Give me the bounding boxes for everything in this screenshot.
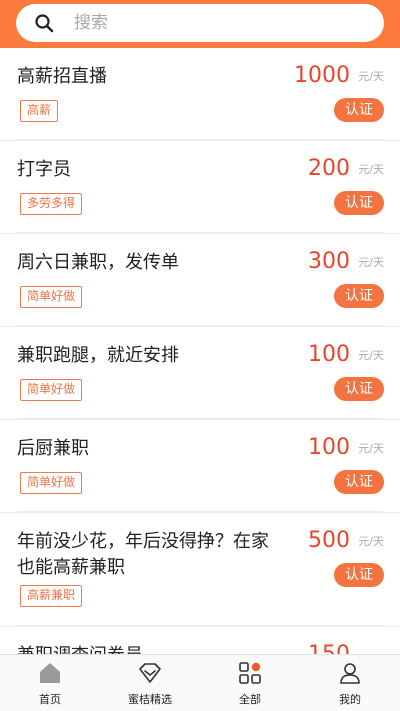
job-price-unit: 元/天 (358, 349, 384, 362)
user-icon (340, 663, 360, 684)
nav-mine[interactable]: 我的 (300, 655, 400, 711)
job-price-unit: 元/天 (358, 70, 384, 83)
job-item[interactable]: 高薪招直播 高薪 1000 元/天 认证 (0, 48, 400, 141)
certified-badge: 认证 (334, 470, 384, 494)
certified-badge: 认证 (334, 563, 384, 587)
certified-badge: 认证 (334, 284, 384, 308)
job-price: 200 (308, 156, 350, 181)
nav-label: 蜜桔精选 (128, 693, 172, 706)
divider (17, 232, 383, 233)
job-tag: 简单好做 (20, 472, 83, 494)
divider (17, 511, 383, 512)
job-price-unit: 元/天 (358, 256, 384, 269)
job-title: 后厨兼职 (17, 438, 89, 459)
job-tag: 多劳多得 (20, 193, 83, 215)
job-price-unit: 元/天 (358, 163, 384, 176)
nav-selection[interactable]: 蜜桔精选 (100, 655, 200, 711)
certified-badge: 认证 (334, 377, 384, 401)
job-list: 高薪招直播 高薪 1000 元/天 认证 打字员 多劳多得 200 元/天 认证… (0, 48, 400, 654)
job-price: 100 (308, 435, 350, 460)
job-price: 150 (308, 641, 350, 654)
screen: 高薪招直播 高薪 1000 元/天 认证 打字员 多劳多得 200 元/天 认证… (0, 0, 400, 711)
divider (17, 418, 383, 419)
job-price: 1000 (294, 63, 350, 88)
nav-label: 全部 (239, 693, 261, 706)
job-price: 100 (308, 342, 350, 367)
nav-home[interactable]: 首页 (0, 655, 100, 711)
job-item[interactable]: 兼职调查问卷员 150 (0, 627, 400, 654)
divider (17, 625, 383, 626)
job-title: 兼职跑腿，就近安排 (17, 345, 179, 366)
job-tag: 简单好做 (20, 379, 83, 401)
job-price-unit: 元/天 (358, 535, 384, 548)
diamond-icon (139, 663, 161, 683)
nav-label: 首页 (39, 693, 61, 706)
job-title: 周六日兼职，发传单 (17, 252, 179, 273)
job-tag: 高薪兼职 (20, 585, 83, 607)
job-title: 高薪招直播 (17, 66, 107, 87)
job-price: 300 (308, 249, 350, 274)
certified-badge: 认证 (334, 98, 384, 122)
divider (17, 325, 383, 326)
job-title: 兼职调查问卷员 (17, 643, 277, 654)
search-input[interactable] (74, 4, 374, 42)
job-item[interactable]: 年前没少花，年后没得挣？在家也能高薪兼职 高薪兼职 500 元/天 认证 (0, 513, 400, 627)
home-icon (40, 663, 60, 683)
job-item[interactable]: 打字员 多劳多得 200 元/天 认证 (0, 141, 400, 234)
certified-badge: 认证 (334, 191, 384, 215)
job-title: 年前没少花，年后没得挣？在家也能高薪兼职 (17, 531, 269, 578)
grid-icon (239, 662, 261, 684)
job-item[interactable]: 周六日兼职，发传单 简单好做 300 元/天 认证 (0, 234, 400, 327)
job-tag: 高薪 (20, 100, 59, 122)
search-bar[interactable] (16, 4, 384, 42)
job-item[interactable]: 后厨兼职 简单好做 100 元/天 认证 (0, 420, 400, 513)
divider (17, 139, 383, 140)
job-title: 打字员 (17, 159, 71, 180)
bottom-nav: 首页 蜜桔精选 全部 我的 (0, 654, 400, 711)
job-item[interactable]: 兼职跑腿，就近安排 简单好做 100 元/天 认证 (0, 327, 400, 420)
header (0, 0, 400, 48)
job-price: 500 (308, 528, 350, 553)
job-tag: 简单好做 (20, 286, 83, 308)
nav-all[interactable]: 全部 (200, 655, 300, 711)
nav-label: 我的 (339, 693, 361, 706)
search-icon (35, 14, 54, 33)
job-price-unit: 元/天 (358, 442, 384, 455)
